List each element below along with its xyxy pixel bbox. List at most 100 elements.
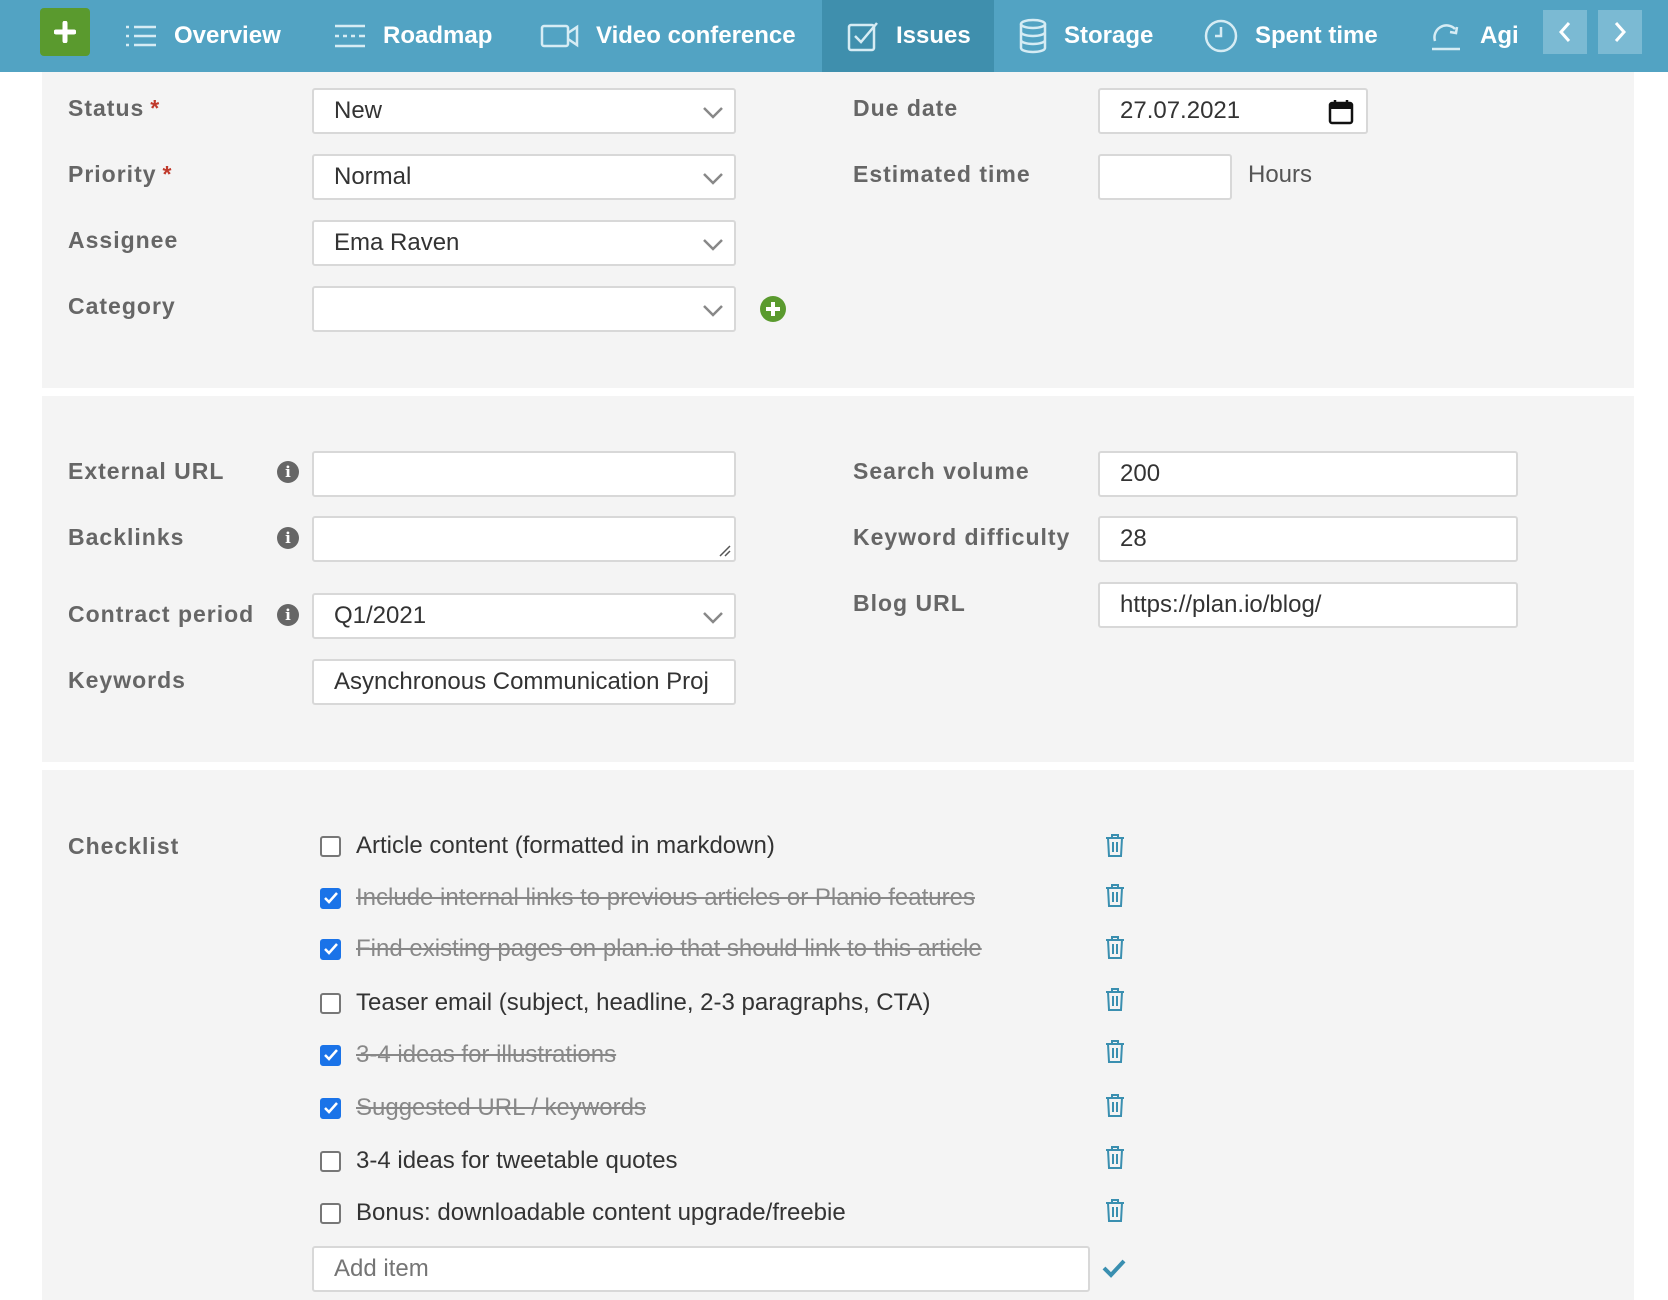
due-date-label: Due date	[853, 95, 959, 121]
tab-issues[interactable]: Issues	[822, 0, 994, 72]
checklist-item[interactable]: Article content (formatted in markdown)	[320, 829, 775, 863]
calendar-icon[interactable]	[1328, 99, 1354, 125]
custom-fields-panel: External URL i Backlinks i Contract peri…	[42, 396, 1634, 762]
add-category-icon[interactable]	[759, 295, 787, 323]
trash-icon[interactable]	[1104, 1197, 1126, 1223]
checklist-item-text: Include internal links to previous artic…	[356, 884, 975, 911]
checklist-item[interactable]: 3-4 ideas for tweetable quotes	[320, 1144, 678, 1178]
priority-select[interactable]: Normal	[312, 154, 736, 200]
chevron-down-icon	[703, 107, 723, 119]
checklist-checkbox[interactable]	[320, 992, 341, 1014]
checklist-panel: Checklist Article content (formatted in …	[42, 770, 1634, 1300]
trash-icon[interactable]	[1104, 882, 1126, 908]
check-icon	[323, 1102, 338, 1114]
checkmark-icon[interactable]	[1102, 1258, 1126, 1278]
checklist-item[interactable]: Find existing pages on plan.io that shou…	[320, 932, 982, 966]
add-item-input[interactable]	[312, 1246, 1090, 1292]
tab-agile[interactable]: Agi	[1428, 0, 1519, 72]
chevron-down-icon	[703, 612, 723, 624]
tab-label: Video conference	[596, 22, 796, 49]
add-item-text-input[interactable]	[334, 1255, 1088, 1283]
chevron-left-icon	[1558, 22, 1571, 42]
checklist-item[interactable]: Suggested URL / keywords	[320, 1091, 646, 1125]
estimated-time-label: Estimated time	[853, 161, 1031, 187]
checklist-item[interactable]: Include internal links to previous artic…	[320, 881, 975, 915]
checklist-item-text: Suggested URL / keywords	[356, 1094, 646, 1121]
blog-url-label: Blog URL	[853, 590, 966, 616]
scroll-right-button[interactable]	[1598, 10, 1642, 54]
checklist-item-text: Bonus: downloadable content upgrade/free…	[356, 1199, 846, 1226]
external-url-input[interactable]	[312, 451, 736, 497]
database-icon	[1019, 18, 1047, 54]
new-item-button[interactable]	[40, 8, 90, 56]
trash-icon[interactable]	[1104, 986, 1126, 1012]
keywords-label: Keywords	[68, 667, 186, 693]
check-icon	[323, 1049, 338, 1061]
contract-period-select[interactable]: Q1/2021	[312, 593, 736, 639]
top-navigation: Overview Roadmap Video conference Issues…	[0, 0, 1668, 72]
checklist-item-text: Article content (formatted in markdown)	[356, 832, 775, 859]
checklist-item-text: Teaser email (subject, headline, 2-3 par…	[356, 989, 931, 1016]
checklist-item[interactable]: Teaser email (subject, headline, 2-3 par…	[320, 986, 931, 1020]
check-icon	[323, 892, 338, 904]
checklist-checkbox[interactable]	[320, 1202, 341, 1224]
tab-spent-time[interactable]: Spent time	[1203, 0, 1378, 72]
due-date-field[interactable]: 27.07.2021	[1098, 88, 1368, 134]
search-volume-input[interactable]: 200	[1098, 451, 1518, 497]
blog-url-input[interactable]: https://plan.io/blog/	[1098, 582, 1518, 628]
contract-period-label: Contract period	[68, 601, 255, 627]
video-camera-icon	[540, 24, 579, 48]
check-icon	[323, 943, 338, 955]
checklist-item-text: 3-4 ideas for illustrations	[356, 1041, 617, 1068]
priority-label: Priority *	[68, 161, 173, 187]
tab-label: Storage	[1064, 22, 1154, 49]
checklist-checkbox[interactable]	[320, 835, 341, 857]
status-select[interactable]: New	[312, 88, 736, 134]
assignee-label: Assignee	[68, 227, 179, 253]
chevron-right-icon	[1614, 22, 1627, 42]
category-label: Category	[68, 293, 176, 319]
tab-overview[interactable]: Overview	[124, 0, 281, 72]
chevron-down-icon	[703, 239, 723, 251]
tab-roadmap[interactable]: Roadmap	[333, 0, 492, 72]
plus-icon	[54, 21, 76, 43]
checklist-checkbox[interactable]	[320, 887, 341, 909]
tab-video-conference[interactable]: Video conference	[540, 0, 796, 72]
list-icon	[126, 25, 156, 47]
info-icon[interactable]: i	[277, 527, 299, 549]
trash-icon[interactable]	[1104, 1144, 1126, 1170]
chevron-down-icon	[703, 173, 723, 185]
assignee-select[interactable]: Ema Raven	[312, 220, 736, 266]
hours-unit: Hours	[1248, 161, 1313, 188]
tab-storage[interactable]: Storage	[1018, 0, 1153, 72]
backlinks-textarea[interactable]	[312, 516, 736, 562]
tab-label: Agi	[1480, 22, 1519, 49]
checklist-item-text: Find existing pages on plan.io that shou…	[356, 935, 982, 962]
info-icon[interactable]: i	[277, 604, 299, 626]
checklist-checkbox[interactable]	[320, 1150, 341, 1172]
checklist-item[interactable]: Bonus: downloadable content upgrade/free…	[320, 1196, 846, 1230]
category-select[interactable]	[312, 286, 736, 332]
keyword-difficulty-input[interactable]: 28	[1098, 516, 1518, 562]
checklist-checkbox[interactable]	[320, 1044, 341, 1066]
checklist-checkbox[interactable]	[320, 1097, 341, 1119]
search-volume-label: Search volume	[853, 458, 1030, 484]
roadmap-icon	[335, 24, 365, 48]
info-icon[interactable]: i	[277, 461, 299, 483]
refresh-icon	[1432, 24, 1460, 51]
scroll-left-button[interactable]	[1543, 10, 1587, 54]
trash-icon[interactable]	[1104, 934, 1126, 960]
checklist-label: Checklist	[68, 833, 180, 859]
trash-icon[interactable]	[1104, 1092, 1126, 1118]
checklist-checkbox[interactable]	[320, 938, 341, 960]
checkbox-icon	[847, 22, 878, 52]
keywords-input[interactable]: Asynchronous Communication Proj	[312, 659, 736, 705]
keyword-difficulty-label: Keyword difficulty	[853, 524, 1071, 550]
trash-icon[interactable]	[1104, 832, 1126, 858]
trash-icon[interactable]	[1104, 1038, 1126, 1064]
chevron-down-icon	[703, 305, 723, 317]
estimated-time-input[interactable]	[1098, 154, 1232, 200]
external-url-label: External URL	[68, 458, 225, 484]
checklist-item[interactable]: 3-4 ideas for illustrations	[320, 1038, 616, 1072]
resize-handle-icon[interactable]	[717, 543, 731, 557]
